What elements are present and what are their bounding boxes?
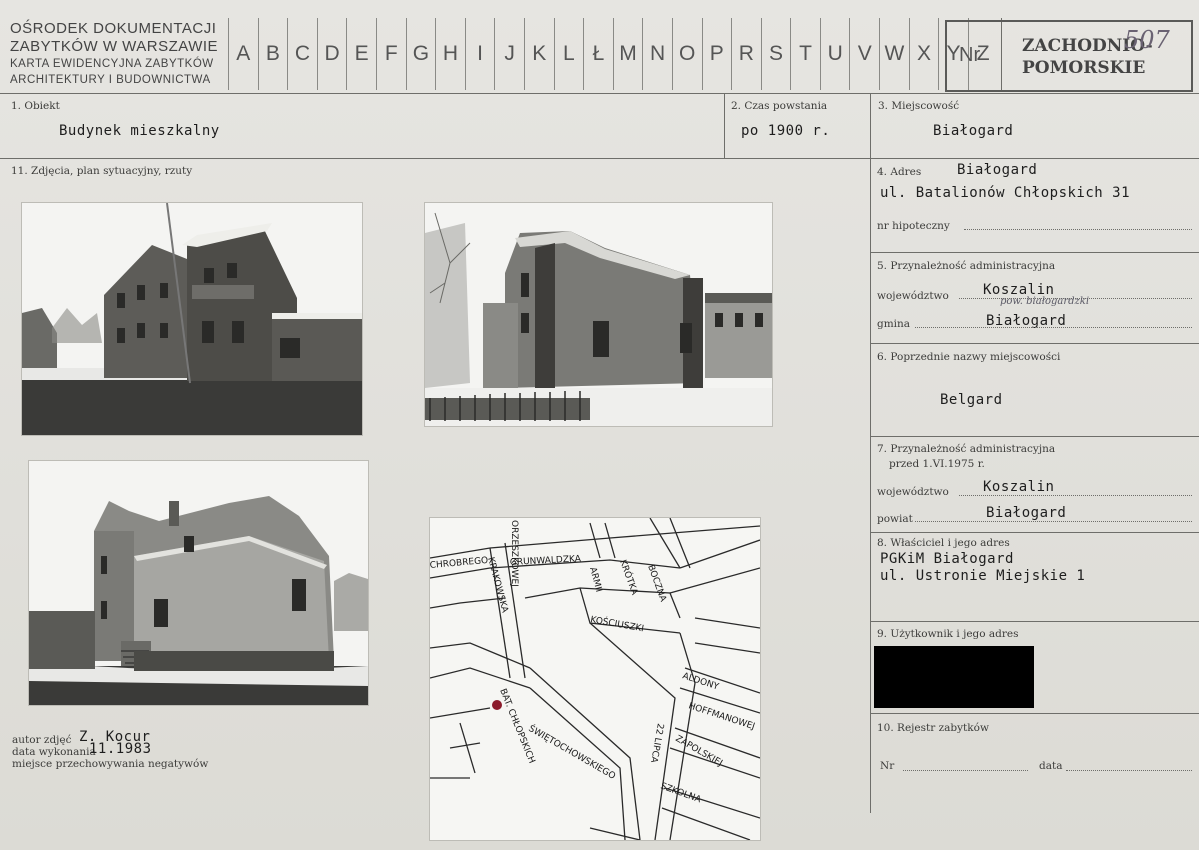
- index-letter: J: [494, 18, 524, 90]
- wojewodztwo-label: województwo: [877, 290, 949, 302]
- czas-label: 2. Czas powstania: [731, 100, 828, 112]
- index-letter: H: [435, 18, 465, 90]
- redacted-block: [874, 646, 1034, 708]
- poprzednie-value: Belgard: [940, 392, 1003, 408]
- index-letter: N: [642, 18, 672, 90]
- institution-line1: OŚRODEK DOKUMENTACJI: [10, 20, 217, 37]
- index-letter: B: [257, 18, 288, 90]
- map-street-label: HOFFMANOWEJ: [687, 701, 756, 732]
- adres-value-line1: Białogard: [957, 162, 1038, 178]
- nr-hipoteczny-label: nr hipoteczny: [877, 220, 950, 232]
- index-letter: Ł: [583, 18, 613, 90]
- photo-rear-view: [29, 461, 368, 705]
- region-line2: POMORSKIE: [1022, 58, 1146, 78]
- index-letter: E: [346, 18, 376, 90]
- data-label: data wykonania: [12, 746, 96, 758]
- wlasciciel-value-line1: PGKiM Białogard: [880, 551, 1014, 567]
- index-letter: O: [671, 18, 702, 90]
- map-street-label: ORZESZKOWEJ: [509, 520, 519, 587]
- map-street-label: KRÓTKA: [617, 558, 641, 597]
- uzytkownik-label: 9. Użytkownik i jego adres: [877, 628, 1019, 640]
- site-map: GRUNWALDZKA ALDONY HOFFMANOWEJ ZAPOLSKIEJ KO…: [430, 518, 760, 840]
- wojewodztwo-handnote: pow. białogardzki: [1000, 296, 1090, 307]
- index-letters: ABCDEFGHIJKLŁMNOPRSTUVWXYZ: [228, 18, 997, 90]
- handwritten-number: 507: [1124, 26, 1170, 54]
- rejestr-nr-label: Nr: [880, 760, 895, 772]
- index-letter: R: [731, 18, 761, 90]
- wojewodztwo2-label: województwo: [877, 486, 949, 498]
- powiat-value: Białogard: [986, 505, 1067, 521]
- index-letter: G: [405, 18, 436, 90]
- poprzednie-label: 6. Poprzednie nazwy miejscowości: [877, 351, 1061, 363]
- adres-value-line2: ul. Batalionów Chłopskich 31: [880, 185, 1131, 201]
- map-street-label: ŚWIĘTOCHOWSKIEGO: [527, 722, 618, 782]
- miejscowosc-label: 3. Miejscowość: [878, 100, 960, 112]
- data-value: 11.1983: [89, 741, 152, 757]
- obiekt-value: Budynek mieszkalny: [59, 123, 220, 139]
- index-letter: K: [523, 18, 554, 90]
- wlasciciel-value-line2: ul. Ustronie Miejskie 1: [880, 568, 1086, 584]
- miejscowosc-value: Białogard: [933, 123, 1014, 139]
- zdjecia-label: 11. Zdjęcia, plan sytuacyjny, rzuty: [11, 165, 193, 177]
- adres-label: 4. Adres: [877, 166, 922, 178]
- index-letter: I: [464, 18, 495, 90]
- index-letter: F: [375, 18, 406, 90]
- map-street-label: ARMII: [587, 566, 603, 593]
- wlasciciel-label: 8. Właściciel i jego adres: [877, 537, 1010, 549]
- map-street-label: GRUNWALDZKA: [510, 554, 582, 568]
- wojewodztwo2-value: Koszalin: [983, 479, 1055, 495]
- rejestr-label: 10. Rejestr zabytków: [877, 722, 989, 734]
- map-street-label: BOCZNA: [645, 564, 668, 604]
- autor-label: autor zdjęć: [12, 734, 72, 746]
- index-letter: X: [908, 18, 939, 90]
- index-letter: U: [819, 18, 850, 90]
- index-letter: S: [760, 18, 791, 90]
- przynaleznosc-label: 5. Przynależność administracyjna: [877, 260, 1056, 272]
- index-letter: T: [790, 18, 820, 90]
- czas-value: po 1900 r.: [741, 123, 831, 139]
- map-street-label: ALDONY: [681, 671, 720, 692]
- rejestr-data-label: data: [1039, 760, 1063, 772]
- photo-front-view: [22, 203, 362, 435]
- institution-line2: ZABYTKÓW W WARSZAWIE: [10, 38, 219, 55]
- obiekt-label: 1. Obiekt: [11, 100, 60, 112]
- map-street-label: KRAKOWSKA: [485, 556, 510, 614]
- miejsce-label: miejsce przechowywania negatywów: [12, 758, 209, 770]
- index-letter: L: [553, 18, 584, 90]
- index-letter: M: [612, 18, 643, 90]
- przynaleznosc2-label-line2: przed 1.VI.1975 r.: [889, 458, 985, 470]
- przynaleznosc2-label-line1: 7. Przynależność administracyjna: [877, 443, 1056, 455]
- map-street-label: SZKOLNA: [659, 781, 703, 805]
- map-street-label: KOŚCIUSZKI: [589, 613, 644, 634]
- location-marker: [492, 700, 502, 710]
- powiat-label: powiat: [877, 513, 913, 525]
- gmina-label: gmina: [877, 318, 911, 330]
- map-street-label: 22 LIPCA: [648, 722, 665, 764]
- map-street-label: CHROBREGO: [430, 556, 489, 571]
- inventory-card: OŚRODEK DOKUMENTACJI ZABYTKÓW W WARSZAWI…: [0, 0, 1199, 850]
- index-letter: C: [287, 18, 317, 90]
- institution-line4: ARCHITEKTURY I BUDOWNICTWA: [10, 74, 211, 86]
- index-letter: W: [879, 18, 909, 90]
- index-letter: V: [849, 18, 879, 90]
- photo-side-view: [425, 203, 772, 426]
- index-letter: P: [701, 18, 732, 90]
- index-letter: D: [316, 18, 347, 90]
- index-letter: A: [228, 18, 258, 90]
- institution-line3: KARTA EWIDENCYJNA ZABYTKÓW: [10, 58, 214, 70]
